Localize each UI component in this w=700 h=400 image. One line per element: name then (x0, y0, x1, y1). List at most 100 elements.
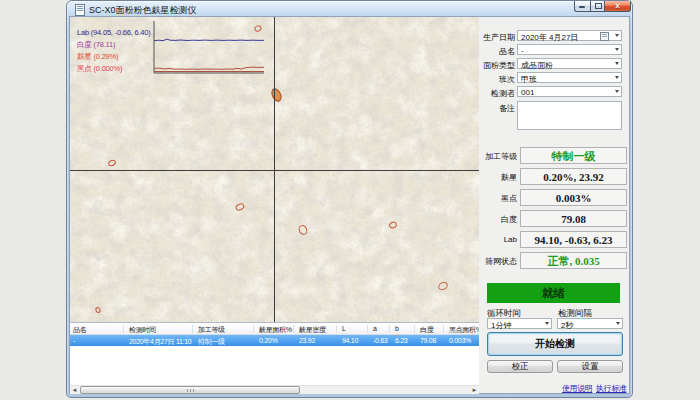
flour-type-label: 面粉类型 (479, 60, 515, 71)
calendar-icon (600, 32, 609, 41)
date-dropdown-arrow-icon[interactable] (615, 34, 619, 37)
bran-value-box: 0.20%, 23.92 (520, 168, 627, 185)
cycle-dropdown-arrow-icon[interactable] (545, 322, 549, 325)
remark-textarea[interactable] (517, 101, 622, 130)
blackspot-label: 黑点 (479, 193, 517, 204)
window-title: SC-X0面粉粉色麸星检测仪 (89, 4, 197, 17)
standard-link[interactable]: 执行标准 (596, 383, 626, 394)
app-icon (75, 4, 85, 16)
history-column-header[interactable]: 白度 (420, 325, 433, 335)
header-separator (443, 325, 444, 333)
product-name-dropdown-arrow-icon[interactable] (615, 48, 619, 51)
production-date-label: 生产日期 (479, 32, 515, 43)
header-separator (389, 325, 390, 333)
inspector-value: 001 (521, 88, 534, 97)
history-cell: - (73, 337, 75, 344)
remark-label: 备注 (479, 103, 515, 114)
header-separator (293, 325, 294, 333)
lab-value-box: 94.10, -0.63, 6.23 (520, 231, 627, 248)
history-cell: 0.003% (449, 337, 471, 344)
sieve-status-label: 筛网状态 (479, 256, 517, 267)
shift-dropdown-arrow-icon[interactable] (615, 76, 619, 79)
product-name-label: 品名 (479, 46, 515, 57)
interval-dropdown-arrow-icon[interactable] (616, 322, 620, 325)
history-selected-row[interactable]: -2020年4月27日 11:10特制一级0.20%23.9294.10-0.6… (70, 335, 479, 346)
product-name-value: - (521, 46, 524, 55)
interval-combo[interactable]: 2秒 (557, 318, 623, 329)
window-content: Lab (94.05, -0.66, 6.40) 白度 (78.11) 麸星 (0.… (70, 17, 629, 393)
shift-value: 甲班 (521, 74, 537, 85)
overlay-line: 黑点 (0.000%) (77, 64, 122, 74)
scroll-right-arrow-icon[interactable]: ► (470, 386, 479, 394)
production-date-value: 2020年 4月27日 (521, 32, 578, 43)
scrollbar-thumb[interactable] (80, 386, 300, 394)
control-panel: 生产日期 2020年 4月27日 品名 - 面粉类型 成品面粉 班次 甲班 检 (479, 17, 629, 392)
blackspot-value-box: 0.003% (520, 189, 627, 206)
history-column-header[interactable]: 麸星密度 (299, 325, 326, 335)
history-column-header[interactable]: 黑点面积% (449, 325, 482, 335)
flour-type-dropdown-arrow-icon[interactable] (615, 62, 619, 65)
grade-label: 加工等级 (479, 151, 517, 162)
maximize-button[interactable] (590, 1, 605, 12)
scroll-left-arrow-icon[interactable]: ◄ (70, 386, 79, 394)
header-separator (367, 325, 368, 333)
close-icon: x (605, 1, 630, 10)
lab-label: Lab (479, 235, 517, 244)
sample-image-view: Lab (94.05, -0.66, 6.40) 白度 (78.11) 麸星 (0.… (70, 17, 479, 322)
bran-value: 0.20%, 23.92 (543, 171, 604, 183)
grade-value-box: 特制一级 (520, 147, 627, 164)
title-bar[interactable]: SC-X0面粉粉色麸星检测仪 x (67, 1, 632, 17)
overlay-line: Lab (94.05, -0.66, 6.40) (77, 28, 151, 37)
production-date-field[interactable]: 2020年 4月27日 (517, 30, 622, 41)
grade-value: 特制一级 (552, 150, 596, 162)
shift-label: 班次 (479, 74, 515, 85)
horizontal-scrollbar[interactable]: ◄ ► (70, 385, 479, 394)
lab-value: 94.10, -0.63, 6.23 (535, 234, 613, 246)
history-cell: 特制一级 (198, 337, 225, 347)
history-column-header[interactable]: a (373, 325, 377, 332)
scrollbar-grip-icon (187, 389, 194, 392)
header-separator (336, 325, 337, 333)
cycle-time-combo[interactable]: 1分钟 (487, 318, 552, 329)
flour-type-value: 成品面粉 (521, 60, 553, 71)
bran-label: 麸星 (479, 172, 517, 183)
calibrate-button[interactable]: 校正 (487, 360, 553, 373)
inspector-combo[interactable]: 001 (517, 86, 622, 97)
overlay-line: 白度 (78.11) (77, 40, 115, 50)
flour-type-combo[interactable]: 成品面粉 (517, 58, 622, 69)
settings-button[interactable]: 设置 (557, 360, 623, 373)
close-button[interactable]: x (605, 1, 631, 12)
history-column-header[interactable]: 加工等级 (198, 325, 225, 335)
history-column-header[interactable]: 检测时间 (129, 325, 156, 335)
shift-combo[interactable]: 甲班 (517, 72, 622, 83)
sieve-status-value: 正常, 0.035 (547, 255, 599, 267)
whiteness-value-box: 79.08 (520, 210, 627, 227)
inspector-dropdown-arrow-icon[interactable] (615, 90, 619, 93)
history-column-header[interactable]: 品名 (73, 325, 86, 335)
header-separator (123, 325, 124, 333)
header-separator (192, 325, 193, 333)
history-column-header[interactable]: 麸星面积% (259, 325, 292, 335)
history-column-header[interactable]: L (342, 325, 346, 332)
history-cell: 6.23 (395, 337, 407, 344)
manual-link[interactable]: 使用说明 (562, 383, 592, 394)
start-detection-button[interactable]: 开始检测 (487, 332, 623, 356)
whiteness-value: 79.08 (561, 213, 586, 225)
history-cell: 94.10 (342, 337, 358, 344)
history-cell: -0.63 (373, 337, 387, 344)
ready-status-banner: 就绪 (487, 283, 620, 303)
history-column-header[interactable]: b (395, 325, 399, 332)
overlay-line: 麸星 (0.29%) (77, 52, 118, 62)
blackspot-value: 0.003% (556, 192, 592, 204)
minimize-icon (579, 6, 585, 8)
inspector-label: 检测者 (479, 88, 515, 99)
header-separator (414, 325, 415, 333)
history-list: 品名 检测时间 加工等级 麸星面积% 麸星密度 La b 白度 黑点面积% - 2020年4月27… (70, 322, 479, 394)
header-separator (253, 325, 254, 333)
product-name-combo[interactable]: - (517, 44, 622, 55)
history-cell: 2020年4月27日 11:10 (129, 337, 191, 347)
minimize-button[interactable] (574, 1, 590, 12)
interval-value: 2秒 (561, 320, 573, 331)
window-controls: x (574, 1, 631, 12)
history-cell: 0.20% (259, 337, 277, 344)
